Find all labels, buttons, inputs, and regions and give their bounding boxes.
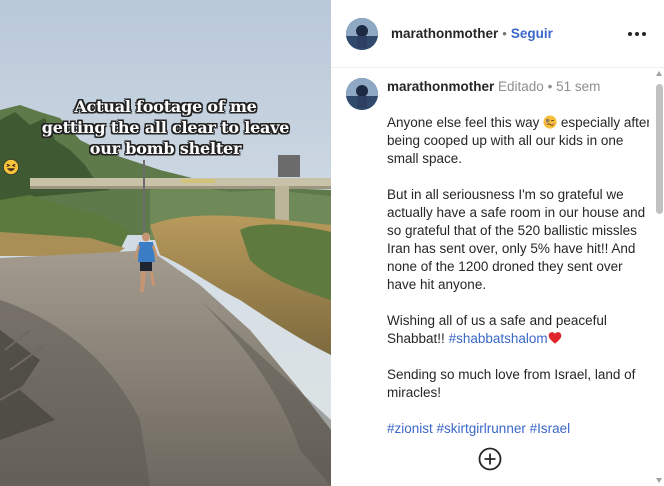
caption-username[interactable]: marathonmother	[387, 79, 494, 94]
caption-paragraph-3: Wishing all of us a safe and peaceful Sh…	[387, 313, 607, 346]
header-username[interactable]: marathonmother	[391, 26, 498, 41]
laughing-face-icon	[3, 159, 19, 175]
post-sidebar: marathonmother • Seguir marathonmother E…	[331, 0, 664, 486]
edited-label: Editado	[498, 79, 544, 94]
overlay-line-3: our bomb shelter	[0, 138, 331, 175]
caption-paragraph-4: Sending so much love from Israel, land o…	[387, 367, 636, 400]
hashtag-zionist[interactable]: #zionist	[387, 421, 433, 436]
caption-separator: •	[547, 79, 553, 94]
follow-button[interactable]: Seguir	[511, 26, 553, 41]
caption-body: marathonmother Editado • 51 sem Anyone e…	[387, 78, 651, 438]
caption-paragraph-2: But in all seriousness I'm so grateful w…	[387, 187, 646, 292]
avatar[interactable]	[346, 17, 378, 50]
user-avatar-image	[346, 17, 378, 50]
more-options-icon[interactable]	[628, 26, 646, 42]
caption-hashtags: #zionist #skirtgirlrunner #Israel	[387, 420, 651, 438]
woozy-face-icon	[543, 115, 557, 129]
video-frame	[0, 0, 331, 486]
user-avatar-image	[346, 78, 378, 110]
post-header: marathonmother • Seguir	[331, 0, 664, 68]
post-modal: Actual footage of me getting the all cle…	[0, 0, 664, 486]
caption-avatar[interactable]	[346, 78, 378, 110]
overlay-line-1: Actual footage of me	[74, 97, 257, 116]
hashtag-israel[interactable]: #Israel	[530, 421, 571, 436]
hashtag-skirtgirlrunner[interactable]: #skirtgirlrunner	[437, 421, 526, 436]
hashtag-shabbatshalom[interactable]: #shabbatshalom	[449, 331, 548, 346]
caption-meta: marathonmother Editado • 51 sem	[387, 78, 651, 96]
overlay-line-2: getting the all clear to leave	[41, 118, 290, 137]
video-caption-overlay: Actual footage of me getting the all cle…	[0, 96, 331, 175]
scrollbar-thumb[interactable]	[656, 84, 663, 214]
add-circle-icon[interactable]	[478, 447, 502, 471]
scroll-up-arrow-icon[interactable]	[656, 71, 662, 76]
scroll-down-arrow-icon[interactable]	[656, 478, 662, 483]
caption-paragraph-1: Anyone else feel this way especially aft…	[387, 115, 651, 166]
header-separator: •	[502, 26, 507, 41]
post-time[interactable]: 51 sem	[556, 79, 600, 94]
post-video[interactable]: Actual footage of me getting the all cle…	[0, 0, 331, 486]
red-heart-icon	[548, 332, 561, 344]
